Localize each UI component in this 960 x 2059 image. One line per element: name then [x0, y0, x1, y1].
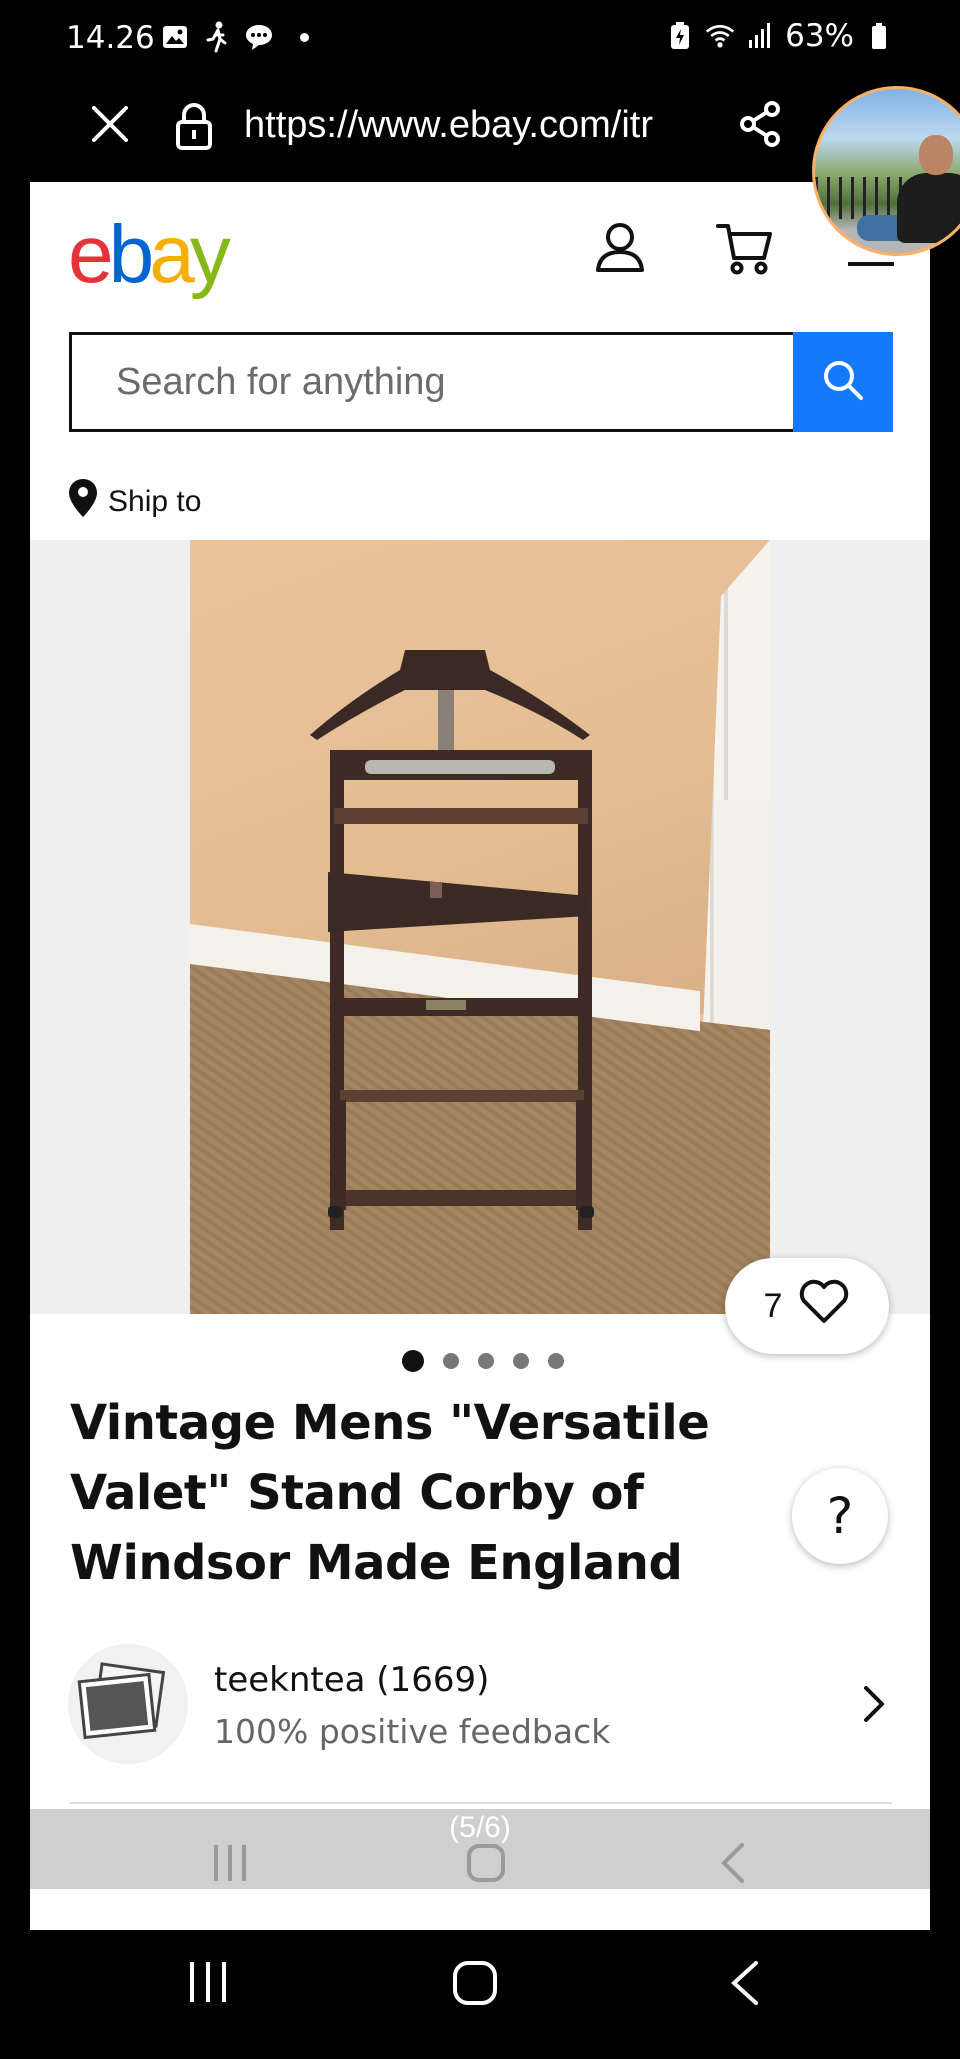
valet-stand-image — [310, 650, 594, 1230]
search-bar: Search for anything — [69, 332, 893, 432]
recording-overlay-bar: (5/6) — [30, 1809, 930, 1889]
battery-percent: 63% — [785, 18, 854, 54]
image-gallery[interactable] — [30, 540, 930, 1314]
pagination-dot[interactable] — [513, 1353, 529, 1369]
cart-icon[interactable] — [714, 218, 774, 278]
help-button[interactable]: ? — [792, 1468, 888, 1564]
notification-dot — [300, 32, 309, 42]
watch-count: 7 — [763, 1286, 783, 1325]
web-page: ebay Search for anything Ship to 7 Vinta… — [30, 182, 930, 1930]
recent-apps-icon[interactable] — [186, 1960, 230, 2008]
walking-icon — [202, 21, 232, 53]
gallery-pagination — [402, 1350, 564, 1372]
pagination-dot[interactable] — [478, 1353, 494, 1369]
heart-icon — [798, 1279, 850, 1334]
recent-apps-icon[interactable] — [210, 1843, 250, 1887]
listing-title: Vintage Mens "Versatile Valet" Stand Cor… — [70, 1395, 710, 1591]
status-icons-left — [160, 21, 309, 53]
ebay-logo[interactable]: ebay — [68, 208, 231, 302]
pagination-dot[interactable] — [548, 1353, 564, 1369]
site-header: ebay — [30, 182, 930, 332]
wifi-icon — [705, 21, 735, 51]
status-time: 14.26 — [66, 20, 155, 56]
status-bar: 14.26 63% — [0, 0, 960, 80]
search-placeholder: Search for anything — [116, 361, 446, 403]
ship-to-label: Ship to — [108, 485, 202, 518]
page-counter: (5/6) — [449, 1811, 511, 1844]
seller-info[interactable]: teekntea (1669) 100% positive feedback — [68, 1644, 894, 1764]
seller-name[interactable]: teekntea (1669) — [214, 1660, 489, 1700]
lock-icon[interactable] — [174, 102, 214, 152]
location-pin-icon — [68, 478, 98, 526]
pagination-dot[interactable] — [402, 1350, 424, 1372]
divider — [70, 1802, 892, 1804]
back-icon[interactable] — [728, 1960, 762, 2010]
watch-button[interactable]: 7 — [725, 1258, 889, 1354]
url-text[interactable]: https://www.ebay.com/itr — [244, 104, 704, 147]
seller-feedback: 100% positive feedback — [214, 1712, 611, 1751]
help-label: ? — [826, 1487, 854, 1545]
account-icon[interactable] — [590, 218, 650, 278]
chat-bubble-icon — [244, 22, 274, 52]
battery-icon — [864, 21, 894, 51]
home-icon[interactable] — [452, 1960, 498, 2010]
share-icon[interactable] — [738, 100, 782, 148]
search-button[interactable] — [793, 332, 893, 432]
status-icons-right: 63% — [665, 18, 894, 54]
ship-to[interactable]: Ship to — [68, 478, 201, 526]
search-icon — [820, 357, 866, 407]
close-icon[interactable] — [88, 102, 132, 146]
pagination-dot[interactable] — [443, 1353, 459, 1369]
gallery-icon — [160, 22, 190, 52]
search-input[interactable]: Search for anything — [69, 332, 795, 432]
product-photo[interactable] — [190, 540, 770, 1314]
home-icon[interactable] — [466, 1843, 506, 1887]
seller-avatar — [68, 1644, 188, 1764]
chevron-right-icon[interactable] — [858, 1682, 888, 1726]
signal-icon — [745, 21, 775, 51]
battery-saver-icon — [665, 21, 695, 51]
back-icon[interactable] — [718, 1843, 748, 1887]
system-navigation-bar — [0, 1930, 960, 2059]
